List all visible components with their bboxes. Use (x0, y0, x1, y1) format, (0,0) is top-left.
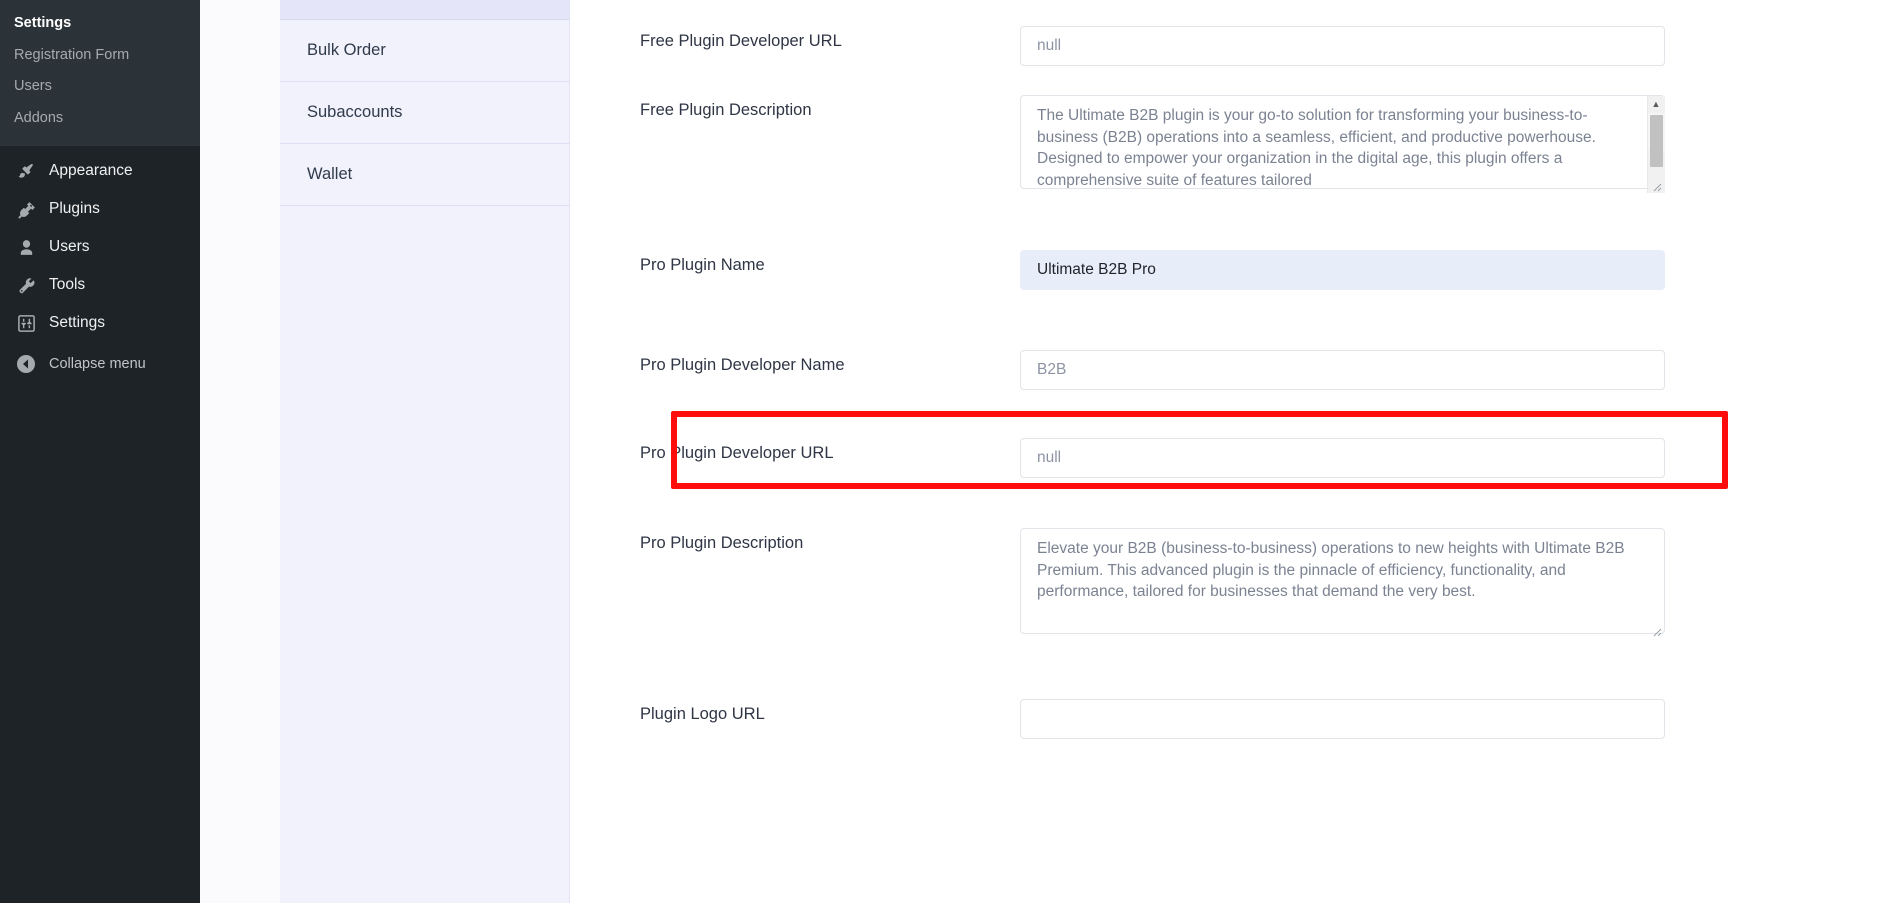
field-row-pro-plugin-description: Pro Plugin Description Elevate your B2B … (570, 528, 1901, 639)
field-row-pro-plugin-developer-name: Pro Plugin Developer Name (570, 350, 1901, 390)
menu-item-tools[interactable]: Tools (0, 266, 200, 304)
label-pro-plugin-name: Pro Plugin Name (640, 256, 765, 274)
settings-nav-panel: Bulk Order Subaccounts Wallet (280, 0, 570, 903)
submenu-label-addons: Addons (14, 109, 64, 126)
nav-item-wallet[interactable]: Wallet (280, 144, 569, 206)
textarea-scrollbar[interactable]: ▲ ▼ (1647, 96, 1665, 193)
nav-label-bulk-order: Bulk Order (307, 41, 386, 59)
submenu-item-addons[interactable]: Addons (0, 103, 200, 135)
control-pro-plugin-developer-url (1020, 438, 1665, 478)
paintbrush-icon (16, 161, 36, 181)
scrollbar-corner (1647, 167, 1665, 193)
nav-item-active-clipped[interactable] (280, 0, 569, 20)
menu-label-plugins: Plugins (49, 200, 100, 218)
menu-item-plugins[interactable]: Plugins (0, 190, 200, 228)
control-pro-plugin-developer-name (1020, 350, 1665, 390)
admin-page: Settings Registration Form Users Addons … (0, 0, 1901, 903)
field-row-pro-plugin-name: Pro Plugin Name (570, 250, 1901, 290)
control-free-plugin-description: The Ultimate B2B plugin is your go-to so… (1020, 95, 1665, 194)
control-free-plugin-developer-url (1020, 26, 1665, 66)
field-row-plugin-logo-url: Plugin Logo URL (570, 699, 1901, 739)
control-pro-plugin-description: Elevate your B2B (business-to-business) … (1020, 528, 1665, 639)
input-free-plugin-developer-url[interactable] (1020, 26, 1665, 66)
scrollbar-track[interactable] (1647, 113, 1665, 167)
menu-item-settings[interactable]: Settings (0, 304, 200, 342)
field-row-free-plugin-developer-url: Free Plugin Developer URL (570, 26, 1901, 66)
field-row-pro-plugin-developer-url: Pro Plugin Developer URL (570, 438, 1901, 478)
scrollbar-up-arrow[interactable]: ▲ (1647, 96, 1665, 113)
free-plugin-description-wrap: The Ultimate B2B plugin is your go-to so… (1020, 95, 1665, 194)
input-pro-plugin-name[interactable] (1020, 250, 1665, 290)
settings-form-panel: Free Plugin Developer URL Free Plugin De… (570, 0, 1901, 903)
label-plugin-logo-url: Plugin Logo URL (640, 705, 765, 723)
label-free-plugin-developer-url: Free Plugin Developer URL (640, 32, 842, 50)
field-row-free-plugin-description: Free Plugin Description The Ultimate B2B… (570, 95, 1901, 194)
collapse-menu-button[interactable]: Collapse menu (0, 342, 200, 383)
textarea-pro-plugin-description[interactable]: Elevate your B2B (business-to-business) … (1020, 528, 1665, 634)
control-plugin-logo-url (1020, 699, 1665, 739)
collapse-arrow-icon (16, 354, 36, 374)
label-pro-plugin-developer-url: Pro Plugin Developer URL (640, 444, 834, 462)
nav-item-bulk-order[interactable]: Bulk Order (280, 20, 569, 82)
label-pro-plugin-description: Pro Plugin Description (640, 534, 804, 552)
sliders-icon (16, 313, 36, 333)
nav-label-wallet: Wallet (307, 165, 353, 183)
nav-panel-filler (280, 206, 569, 903)
input-plugin-logo-url[interactable] (1020, 699, 1665, 739)
settings-form: Free Plugin Developer URL Free Plugin De… (570, 26, 1901, 739)
menu-label-users: Users (49, 238, 90, 256)
label-free-plugin-description: Free Plugin Description (640, 101, 812, 119)
sidebar-gutter (200, 0, 280, 903)
nav-label-subaccounts: Subaccounts (307, 103, 403, 121)
input-pro-plugin-developer-name[interactable] (1020, 350, 1665, 390)
wrench-icon (16, 275, 36, 295)
menu-item-appearance[interactable]: Appearance (0, 152, 200, 190)
plugin-submenu: Settings Registration Form Users Addons (0, 0, 200, 147)
plug-icon (16, 199, 36, 219)
user-icon (16, 237, 36, 257)
control-pro-plugin-name (1020, 250, 1665, 290)
submenu-item-settings[interactable]: Settings (0, 8, 200, 40)
input-pro-plugin-developer-url[interactable] (1020, 438, 1665, 478)
collapse-menu-label: Collapse menu (49, 356, 146, 373)
submenu-label-registration-form: Registration Form (14, 46, 130, 63)
menu-item-users[interactable]: Users (0, 228, 200, 266)
submenu-label-users: Users (14, 78, 52, 95)
menu-label-appearance: Appearance (49, 162, 133, 180)
menu-label-tools: Tools (49, 276, 86, 294)
menu-label-settings: Settings (49, 314, 106, 332)
textarea-free-plugin-description[interactable]: The Ultimate B2B plugin is your go-to so… (1020, 95, 1665, 189)
wp-main-menu: Appearance Plugins Users Tools Settings … (0, 146, 200, 384)
nav-item-subaccounts[interactable]: Subaccounts (280, 82, 569, 144)
submenu-item-users[interactable]: Users (0, 71, 200, 103)
pro-plugin-description-wrap: Elevate your B2B (business-to-business) … (1020, 528, 1665, 639)
scrollbar-thumb[interactable] (1649, 115, 1663, 167)
wp-admin-sidebar: Settings Registration Form Users Addons … (0, 0, 200, 903)
label-pro-plugin-developer-name: Pro Plugin Developer Name (640, 356, 845, 374)
submenu-item-registration-form[interactable]: Registration Form (0, 40, 200, 72)
submenu-label-settings: Settings (14, 15, 72, 31)
